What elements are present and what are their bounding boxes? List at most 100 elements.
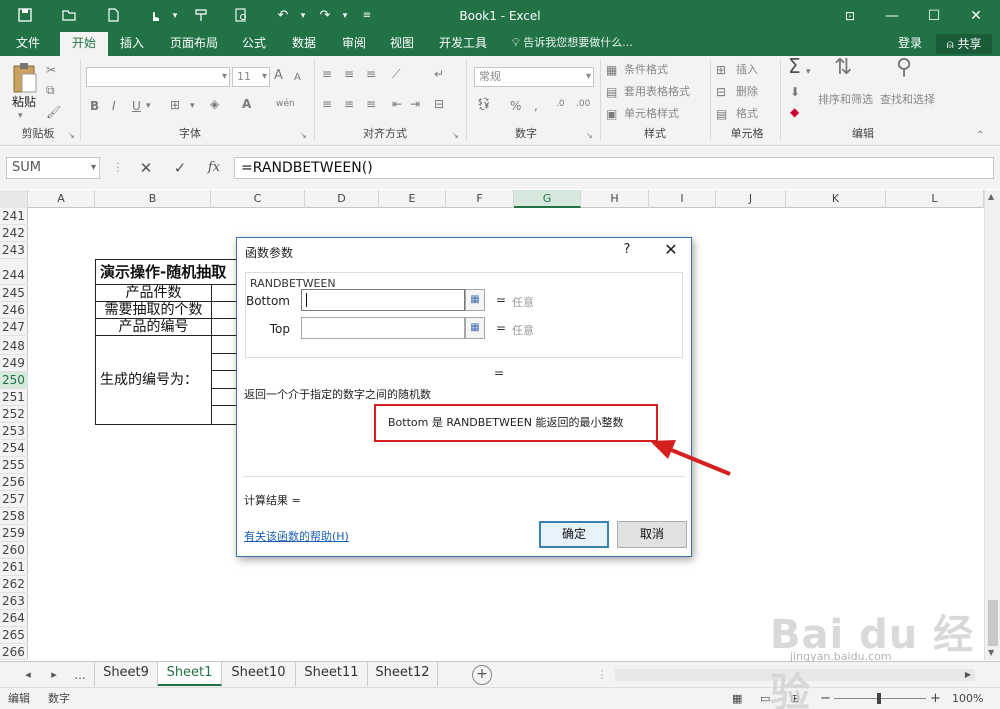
row-header[interactable]: 243 — [0, 242, 28, 259]
align-center-icon[interactable]: ≡ — [344, 96, 354, 112]
sheet-tab-active[interactable]: Sheet1 — [158, 662, 222, 686]
insert-function-button[interactable]: fx — [200, 157, 228, 179]
align-right-icon[interactable]: ≡ — [366, 96, 376, 112]
bottom-ref-collapse-icon[interactable]: ▦ — [465, 289, 485, 311]
shrink-font-button[interactable]: A — [294, 70, 301, 86]
cancel-entry-button[interactable]: ✕ — [132, 157, 160, 179]
tell-me-box[interactable]: 💡︎ 告诉我您想要做什么... — [512, 32, 633, 56]
fill-icon[interactable]: ⬇ — [790, 84, 800, 100]
fill-color-icon[interactable]: ◈ — [210, 96, 219, 112]
page-layout-view-icon[interactable]: ▭ — [760, 688, 770, 709]
font-name-combo[interactable] — [86, 67, 230, 87]
label-cell-result[interactable]: 生成的编号为： — [95, 335, 212, 425]
label-cell-count[interactable]: 产品件数 — [95, 284, 212, 302]
borders-dropdown-icon[interactable]: ▾ — [190, 98, 195, 114]
close-button[interactable]: ✕ — [956, 0, 996, 32]
tab-scroll-left-icon[interactable]: ◂ — [18, 666, 38, 684]
tab-data[interactable]: 数据 — [282, 32, 326, 56]
column-header[interactable]: B — [95, 190, 211, 208]
format-cells-button[interactable]: 格式 — [736, 106, 758, 122]
paste-button[interactable]: 粘贴 — [12, 94, 36, 110]
format-painter-brush-icon[interactable]: 🖌︎ — [46, 104, 61, 120]
maximize-button[interactable]: ☐ — [914, 0, 954, 32]
align-bottom-icon[interactable]: ≡ — [366, 66, 376, 82]
row-header[interactable]: 242 — [0, 225, 28, 242]
number-launcher-icon[interactable]: ↘ — [586, 128, 593, 144]
underline-dropdown-icon[interactable]: ▾ — [146, 98, 151, 114]
row-header[interactable]: 247 — [0, 319, 28, 336]
scroll-up-icon[interactable]: ▲ — [988, 192, 994, 201]
row-header[interactable]: 262 — [0, 576, 28, 593]
tab-home[interactable]: 开始 — [60, 32, 108, 56]
ribbon-display-options-icon[interactable]: ⊡ — [830, 0, 870, 32]
column-header[interactable]: L — [886, 190, 984, 208]
row-header[interactable]: 256 — [0, 474, 28, 491]
autosum-dropdown-icon[interactable]: ▾ — [806, 64, 811, 80]
borders-icon[interactable]: ⊞ — [170, 97, 180, 113]
column-header[interactable]: A — [28, 190, 95, 208]
row-header[interactable]: 261 — [0, 559, 28, 576]
column-header[interactable]: J — [716, 190, 786, 208]
label-cell-extract[interactable]: 需要抽取的个数 — [95, 301, 212, 319]
label-cell-ids[interactable]: 产品的编号 — [95, 318, 212, 336]
row-header[interactable]: 260 — [0, 542, 28, 559]
name-box[interactable]: SUM ▾ — [6, 157, 100, 179]
autosum-icon[interactable]: Σ — [788, 56, 801, 76]
more-sheets-button[interactable]: ... — [70, 666, 90, 684]
conditional-format-button[interactable]: 条件格式 — [624, 62, 668, 78]
tab-insert[interactable]: 插入 — [110, 32, 154, 56]
row-header-selected[interactable]: 250 — [0, 372, 28, 389]
italic-button[interactable]: I — [112, 98, 116, 114]
name-box-dropdown-icon[interactable]: ▾ — [91, 158, 96, 178]
function-help-link[interactable]: 有关该函数的帮助(H) — [244, 528, 349, 544]
ok-button[interactable]: 确定 — [539, 521, 609, 548]
row-header[interactable]: 264 — [0, 610, 28, 627]
sheet-tab[interactable]: Sheet11 — [296, 662, 368, 686]
font-size-combo[interactable]: 11 — [232, 67, 270, 87]
sheet-tab[interactable]: Sheet9 — [94, 662, 158, 686]
decrease-indent-icon[interactable]: ⇤ — [392, 96, 402, 112]
copy-icon[interactable]: ⧉ — [46, 82, 55, 98]
row-header[interactable]: 259 — [0, 525, 28, 542]
tab-review[interactable]: 审阅 — [332, 32, 376, 56]
cancel-button[interactable]: 取消 — [617, 521, 687, 548]
row-header[interactable]: 254 — [0, 440, 28, 457]
top-arg-input[interactable] — [301, 317, 465, 339]
column-header[interactable]: C — [211, 190, 305, 208]
vertical-scrollbar[interactable]: ▲ ▼ — [984, 190, 1000, 660]
orientation-icon[interactable]: ⟋ — [392, 66, 400, 82]
row-header[interactable]: 251 — [0, 389, 28, 406]
dialog-close-button[interactable]: ✕ — [661, 240, 681, 259]
column-header[interactable]: F — [446, 190, 514, 208]
row-header[interactable]: 263 — [0, 593, 28, 610]
phonetic-button[interactable]: wén — [276, 96, 295, 112]
row-header[interactable]: 249 — [0, 355, 28, 372]
sheet-tab[interactable]: Sheet12 — [368, 662, 438, 686]
row-header[interactable]: 252 — [0, 406, 28, 423]
normal-view-icon[interactable]: ▦ — [732, 688, 742, 709]
tab-formulas[interactable]: 公式 — [232, 32, 276, 56]
login-link[interactable]: 登录 — [898, 32, 922, 56]
column-header[interactable]: E — [379, 190, 446, 208]
sheet-tab[interactable]: Sheet10 — [222, 662, 296, 686]
row-header[interactable]: 257 — [0, 491, 28, 508]
bold-button[interactable]: B — [90, 98, 99, 114]
align-top-icon[interactable]: ≡ — [322, 66, 332, 82]
tab-scroll-right-icon[interactable]: ▸ — [44, 666, 64, 684]
paste-dropdown-icon[interactable]: ▾ — [18, 108, 23, 124]
align-left-icon[interactable]: ≡ — [322, 96, 332, 112]
find-select-button[interactable]: 查找和选择 — [880, 92, 935, 108]
tab-split-handle-icon[interactable]: ⋮ — [592, 666, 612, 684]
font-color-icon[interactable]: A — [242, 96, 251, 112]
row-header[interactable]: 241 — [0, 208, 28, 225]
decrease-decimal-icon[interactable]: .00 — [576, 96, 590, 112]
share-button[interactable]: ⍝ 共享 — [936, 34, 992, 54]
top-ref-collapse-icon[interactable]: ▦ — [465, 317, 485, 339]
increase-decimal-icon[interactable]: .0 — [556, 96, 565, 112]
tab-file[interactable]: 文件 — [0, 32, 56, 56]
alignment-launcher-icon[interactable]: ↘ — [452, 128, 459, 144]
row-header[interactable]: 245 — [0, 285, 28, 302]
collapse-ribbon-icon[interactable]: ⌃ — [976, 128, 984, 144]
column-header[interactable]: H — [581, 190, 649, 208]
minimize-button[interactable]: — — [872, 0, 912, 32]
